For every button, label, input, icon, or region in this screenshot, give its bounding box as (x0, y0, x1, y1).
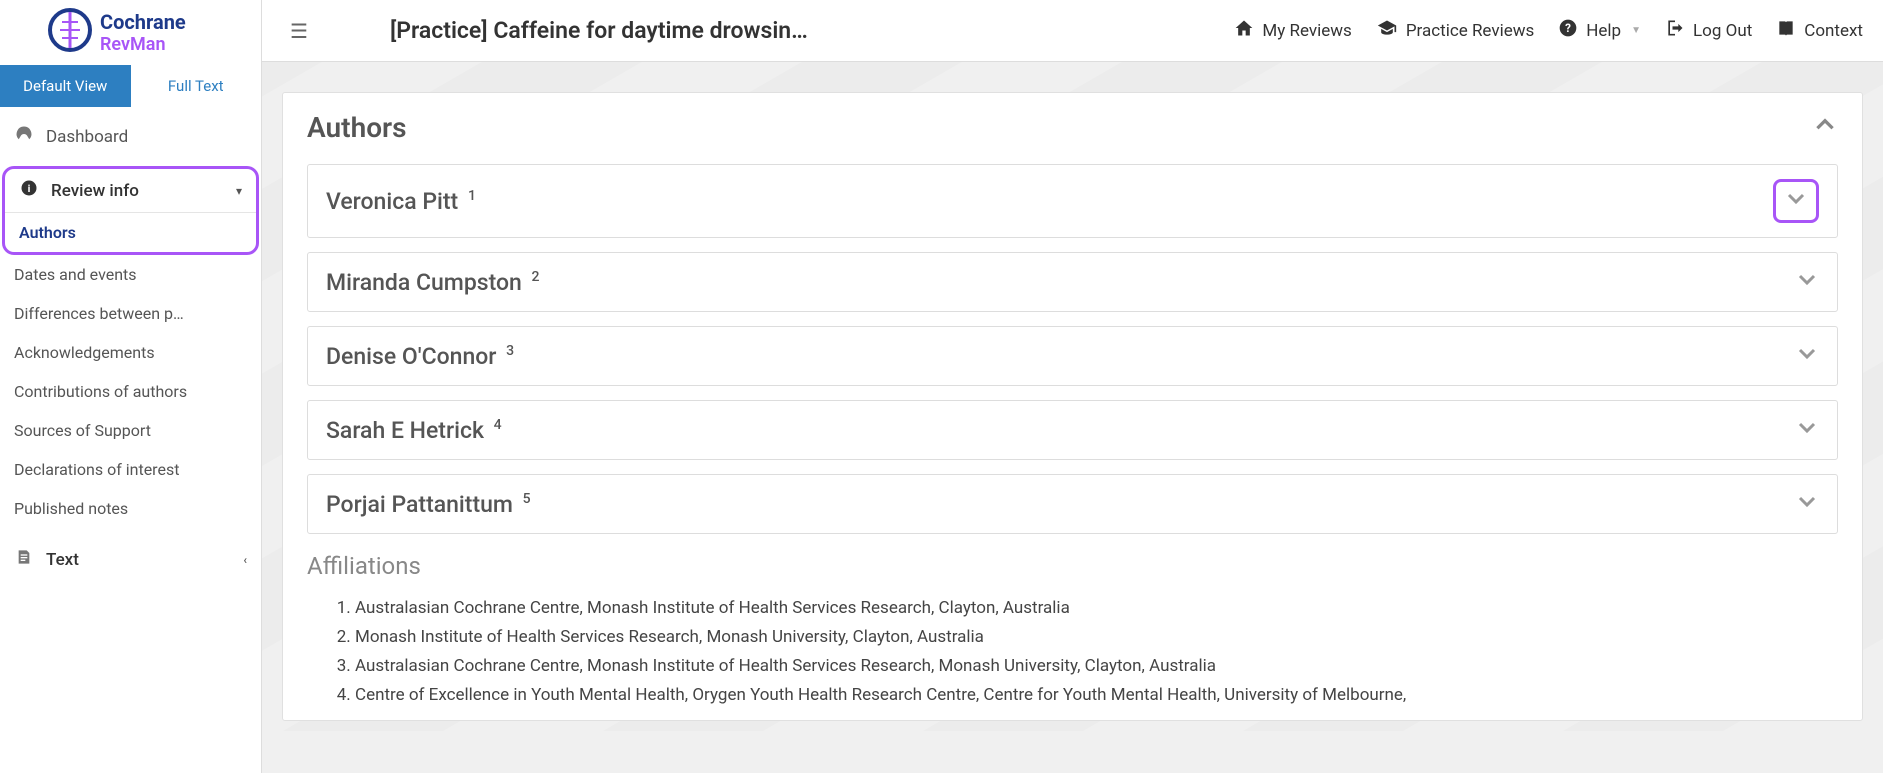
cochrane-logo-icon (48, 8, 92, 52)
author-ref: 2 (532, 269, 540, 285)
author-ref: 4 (494, 417, 502, 433)
sidebar-item-label: Text (46, 550, 79, 570)
sidebar-item-authors[interactable]: Authors (5, 213, 256, 252)
affiliations-heading: Affiliations (307, 552, 1838, 580)
collapse-panel-button[interactable] (1812, 112, 1838, 144)
sidebar-item-support[interactable]: Sources of Support (0, 411, 261, 450)
book-icon (1776, 18, 1796, 43)
view-tabs: Default View Full Text (0, 65, 261, 107)
sidebar-item-differences[interactable]: Differences between p… (0, 294, 261, 333)
sidebar-item-label: Differences between p… (14, 304, 184, 323)
link-label: My Reviews (1262, 21, 1351, 41)
author-name: Miranda Cumpston 2 (326, 269, 540, 296)
link-label: Help (1586, 21, 1621, 41)
page-title: [Practice] Caffeine for daytime drowsin… (390, 17, 1210, 44)
sidebar-item-label: Declarations of interest (14, 460, 179, 479)
review-info-highlight: i Review info ▾ Authors (2, 166, 259, 255)
expand-author-button[interactable] (1773, 179, 1819, 223)
panel-title: Authors (307, 111, 407, 144)
question-icon: ? (1558, 18, 1578, 43)
author-ref: 1 (468, 188, 476, 204)
home-icon (1234, 18, 1254, 43)
sidebar-item-text[interactable]: Text ‹ (0, 538, 261, 581)
link-label: Context (1804, 21, 1863, 41)
sidebar-item-label: Contributions of authors (14, 382, 187, 401)
affiliations-list: Australasian Cochrane Centre, Monash Ins… (307, 594, 1838, 710)
practice-reviews-link[interactable]: Practice Reviews (1376, 18, 1534, 43)
content: Authors Veronica Pitt 1 Miranda Cumpston … (262, 62, 1883, 731)
tab-default-view[interactable]: Default View (0, 65, 131, 107)
affiliation-item: Monash Institute of Health Services Rese… (355, 623, 1838, 652)
sidebar-item-contributions[interactable]: Contributions of authors (0, 372, 261, 411)
sidebar-item-declarations[interactable]: Declarations of interest (0, 450, 261, 489)
affiliation-item: Australasian Cochrane Centre, Monash Ins… (355, 594, 1838, 623)
dashboard-icon (14, 125, 34, 148)
svg-text:?: ? (1565, 21, 1571, 35)
brand-line1: Cochrane (100, 10, 186, 34)
info-icon: i (19, 179, 39, 202)
sidebar-item-label: Published notes (14, 499, 128, 518)
graduation-cap-icon (1376, 18, 1398, 43)
hamburger-icon[interactable]: ☰ (282, 19, 316, 43)
sidebar-item-label: Dashboard (46, 127, 128, 147)
author-ref: 3 (506, 343, 514, 359)
sidebar-item-dashboard[interactable]: Dashboard (0, 115, 261, 158)
link-label: Log Out (1693, 21, 1752, 41)
sidebar-item-label: Sources of Support (14, 421, 151, 440)
sidebar-item-label: Acknowledgements (14, 343, 155, 362)
author-name: Denise O'Connor 3 (326, 343, 514, 370)
brand-line2: RevMan (100, 34, 186, 55)
expand-author-button[interactable] (1795, 415, 1819, 445)
logo: Cochrane RevMan (0, 0, 261, 65)
expand-author-button[interactable] (1795, 489, 1819, 519)
author-row[interactable]: Veronica Pitt 1 (307, 164, 1838, 238)
logout-link[interactable]: Log Out (1665, 18, 1752, 43)
help-link[interactable]: ? Help ▼ (1558, 18, 1641, 43)
author-row[interactable]: Denise O'Connor 3 (307, 326, 1838, 386)
author-name: Sarah E Hetrick 4 (326, 417, 502, 444)
topbar: ☰ [Practice] Caffeine for daytime drowsi… (262, 0, 1883, 62)
sidebar-item-published-notes[interactable]: Published notes (0, 489, 261, 528)
link-label: Practice Reviews (1406, 21, 1534, 41)
sidebar-item-acknowledgements[interactable]: Acknowledgements (0, 333, 261, 372)
my-reviews-link[interactable]: My Reviews (1234, 18, 1351, 43)
sidebar: Cochrane RevMan Default View Full Text D… (0, 0, 262, 773)
author-row[interactable]: Porjai Pattanittum 5 (307, 474, 1838, 534)
document-icon (14, 548, 34, 571)
chevron-down-icon: ▾ (236, 184, 242, 198)
chevron-down-icon: ▼ (1631, 25, 1641, 36)
authors-panel: Authors Veronica Pitt 1 Miranda Cumpston … (282, 92, 1863, 721)
author-row[interactable]: Miranda Cumpston 2 (307, 252, 1838, 312)
main: ☰ [Practice] Caffeine for daytime drowsi… (262, 0, 1883, 773)
nav-list: Dashboard (0, 107, 261, 166)
svg-text:i: i (28, 182, 31, 195)
author-row[interactable]: Sarah E Hetrick 4 (307, 400, 1838, 460)
affiliation-item: Australasian Cochrane Centre, Monash Ins… (355, 652, 1838, 681)
context-link[interactable]: Context (1776, 18, 1863, 43)
author-name: Porjai Pattanittum 5 (326, 491, 531, 518)
expand-author-button[interactable] (1795, 341, 1819, 371)
logout-icon (1665, 18, 1685, 43)
author-name: Veronica Pitt 1 (326, 188, 476, 215)
chevron-left-icon: ‹ (243, 553, 247, 567)
sidebar-item-label: Authors (19, 223, 76, 242)
sidebar-item-review-info[interactable]: i Review info ▾ (5, 169, 256, 213)
sidebar-item-label: Review info (51, 181, 139, 201)
expand-author-button[interactable] (1795, 267, 1819, 297)
author-ref: 5 (523, 491, 531, 507)
affiliation-item: Centre of Excellence in Youth Mental Hea… (355, 681, 1838, 710)
sidebar-item-label: Dates and events (14, 265, 137, 284)
sidebar-item-dates[interactable]: Dates and events (0, 255, 261, 294)
tab-full-text[interactable]: Full Text (131, 65, 262, 107)
